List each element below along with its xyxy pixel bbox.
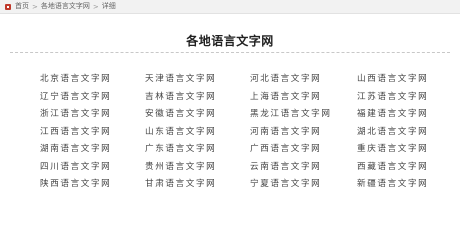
site-link[interactable]: 河南语言文字网 [250, 124, 350, 142]
link-column-1: 北京语言文字网 辽宁语言文字网 浙江语言文字网 江西语言文字网 湖南语言文字网 … [40, 71, 140, 194]
site-link[interactable]: 甘肃语言文字网 [145, 176, 245, 194]
link-column-4: 山西语言文字网 江苏语言文字网 福建语言文字网 湖北语言文字网 重庆语言文字网 … [357, 71, 457, 194]
breadcrumb-language-sites[interactable]: 各地语言文字网 [41, 0, 90, 13]
site-link[interactable]: 陕西语言文字网 [40, 176, 140, 194]
site-link[interactable]: 辽宁语言文字网 [40, 89, 140, 107]
site-link[interactable]: 天津语言文字网 [145, 71, 245, 89]
site-link[interactable]: 湖南语言文字网 [40, 141, 140, 159]
link-column-2: 天津语言文字网 吉林语言文字网 安徽语言文字网 山东语言文字网 广东语言文字网 … [145, 71, 245, 194]
site-link[interactable]: 宁夏语言文字网 [250, 176, 350, 194]
title-divider [10, 52, 450, 53]
site-link[interactable]: 山西语言文字网 [357, 71, 457, 89]
breadcrumb-home[interactable]: 首页 [15, 0, 29, 13]
site-link[interactable]: 浙江语言文字网 [40, 106, 140, 124]
page-title: 各地语言文字网 [186, 34, 274, 48]
site-link[interactable]: 新疆语言文字网 [357, 176, 457, 194]
site-link[interactable]: 北京语言文字网 [40, 71, 140, 89]
home-icon[interactable] [5, 3, 11, 10]
site-link[interactable]: 广西语言文字网 [250, 141, 350, 159]
site-link[interactable]: 吉林语言文字网 [145, 89, 245, 107]
breadcrumb: 首页 > 各地语言文字网 > 详细 [0, 0, 460, 14]
site-link[interactable]: 贵州语言文字网 [145, 159, 245, 177]
site-link[interactable]: 广东语言文字网 [145, 141, 245, 159]
breadcrumb-separator: > [32, 2, 38, 11]
site-link[interactable]: 黑龙江语言文字网 [250, 106, 350, 124]
site-link[interactable]: 四川语言文字网 [40, 159, 140, 177]
site-link[interactable]: 河北语言文字网 [250, 71, 350, 89]
site-link[interactable]: 江苏语言文字网 [357, 89, 457, 107]
site-link[interactable]: 西藏语言文字网 [357, 159, 457, 177]
site-link[interactable]: 福建语言文字网 [357, 106, 457, 124]
site-link[interactable]: 江西语言文字网 [40, 124, 140, 142]
breadcrumb-separator: > [92, 2, 99, 11]
site-link[interactable]: 山东语言文字网 [145, 124, 245, 142]
site-link[interactable]: 上海语言文字网 [250, 89, 350, 107]
site-link[interactable]: 安徽语言文字网 [145, 106, 245, 124]
site-link[interactable]: 重庆语言文字网 [357, 141, 457, 159]
site-link[interactable]: 云南语言文字网 [250, 159, 350, 177]
link-column-3: 河北语言文字网 上海语言文字网 黑龙江语言文字网 河南语言文字网 广西语言文字网… [250, 71, 350, 194]
site-link[interactable]: 湖北语言文字网 [357, 124, 457, 142]
breadcrumb-current: 详细 [101, 2, 116, 10]
page: 首页 > 各地语言文字网 > 详细 各地语言文字网 北京语言文字网 辽宁语言文字… [0, 0, 460, 215]
